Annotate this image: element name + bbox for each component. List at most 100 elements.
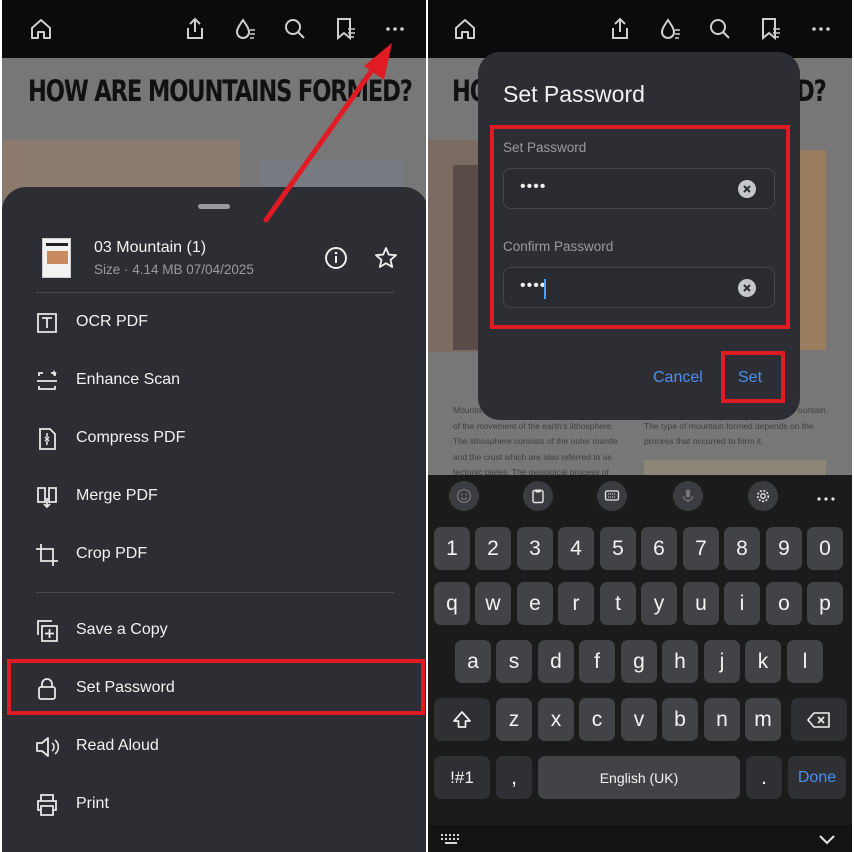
document-title: HOW ARE MOUNTAINS FORMED? — [28, 74, 413, 108]
key-v[interactable]: v — [621, 698, 657, 741]
shift-icon — [453, 710, 471, 728]
key-8[interactable]: 8 — [724, 527, 760, 570]
more-icon[interactable] — [816, 491, 836, 501]
key-1[interactable]: 1 — [434, 527, 470, 570]
key-y[interactable]: y — [641, 582, 677, 625]
emoji-icon[interactable] — [449, 481, 479, 511]
key-q[interactable]: q — [434, 582, 470, 625]
merge-icon — [34, 484, 60, 510]
keyboard-grid-icon[interactable] — [440, 832, 462, 844]
clipboard-icon[interactable] — [523, 481, 553, 511]
key-a[interactable]: a — [455, 640, 491, 683]
left-screen: HOW ARE MOUNTAINS FORMED? 03 Mountain (1… — [2, 0, 426, 852]
search-icon[interactable] — [707, 16, 733, 42]
ink-drop-icon[interactable] — [657, 16, 683, 42]
menu-item-save-a-copy[interactable]: Save a Copy — [2, 607, 426, 655]
key-7[interactable]: 7 — [683, 527, 719, 570]
shift-key[interactable] — [434, 698, 490, 741]
save-copy-icon — [34, 618, 60, 644]
file-thumbnail — [42, 238, 71, 278]
key-c[interactable]: c — [579, 698, 615, 741]
done-key[interactable]: Done — [788, 756, 846, 799]
key-o[interactable]: o — [766, 582, 802, 625]
crop-icon — [34, 542, 60, 568]
key-n[interactable]: n — [704, 698, 740, 741]
key-k[interactable]: k — [745, 640, 781, 683]
menu-item-read-aloud[interactable]: Read Aloud — [2, 723, 426, 771]
keyboard-toolbar — [428, 475, 852, 519]
file-meta: Size · 4.14 MB 07/04/2025 — [94, 262, 254, 277]
key-m[interactable]: m — [745, 698, 781, 741]
search-icon[interactable] — [282, 16, 308, 42]
home-icon[interactable] — [452, 16, 478, 42]
comma-key[interactable]: , — [496, 756, 532, 799]
key-x[interactable]: x — [538, 698, 574, 741]
menu-item-crop-pdf[interactable]: Crop PDF — [2, 531, 426, 579]
bookmark-list-icon[interactable] — [332, 16, 358, 42]
symbols-key[interactable]: !#1 — [434, 756, 490, 799]
key-i[interactable]: i — [724, 582, 760, 625]
keyboard-layout-icon[interactable] — [597, 481, 627, 511]
document-title-fragment: D? — [796, 74, 827, 108]
key-r[interactable]: r — [558, 582, 594, 625]
on-screen-keyboard: 1 2 3 4 5 6 7 8 9 0 q w e r t y u i o p … — [428, 475, 852, 852]
star-icon[interactable] — [372, 244, 400, 272]
key-t[interactable]: t — [600, 582, 636, 625]
key-b[interactable]: b — [662, 698, 698, 741]
info-icon[interactable] — [322, 244, 350, 272]
key-d[interactable]: d — [538, 640, 574, 683]
top-toolbar — [2, 0, 426, 58]
right-screen: HO D? Mounta of the movement of the eart… — [428, 0, 852, 852]
share-icon[interactable] — [607, 16, 633, 42]
key-w[interactable]: w — [475, 582, 511, 625]
menu-item-print[interactable]: Print — [2, 781, 426, 829]
key-p[interactable]: p — [807, 582, 843, 625]
sheet-grabber[interactable] — [198, 204, 230, 209]
menu-item-compress-pdf[interactable]: Compress PDF — [2, 415, 426, 463]
key-u[interactable]: u — [683, 582, 719, 625]
key-9[interactable]: 9 — [766, 527, 802, 570]
more-options-icon[interactable] — [808, 16, 834, 42]
key-2[interactable]: 2 — [475, 527, 511, 570]
key-z[interactable]: z — [496, 698, 532, 741]
key-j[interactable]: j — [704, 640, 740, 683]
separator — [36, 592, 394, 593]
key-s[interactable]: s — [496, 640, 532, 683]
bookmark-list-icon[interactable] — [757, 16, 783, 42]
menu-label: Read Aloud — [76, 737, 159, 754]
compress-icon — [34, 426, 60, 452]
text-line: process that occurred to form it. — [644, 436, 764, 446]
key-3[interactable]: 3 — [517, 527, 553, 570]
home-icon[interactable] — [28, 16, 54, 42]
key-4[interactable]: 4 — [558, 527, 594, 570]
microphone-icon[interactable] — [673, 481, 703, 511]
key-f[interactable]: f — [579, 640, 615, 683]
key-g[interactable]: g — [621, 640, 657, 683]
key-0[interactable]: 0 — [807, 527, 843, 570]
key-l[interactable]: l — [787, 640, 823, 683]
file-name: 03 Mountain (1) — [94, 239, 207, 256]
more-options-icon[interactable] — [382, 16, 408, 42]
document-image — [453, 165, 478, 350]
menu-item-ocr-pdf[interactable]: OCR PDF — [2, 299, 426, 347]
separator — [36, 292, 394, 293]
key-5[interactable]: 5 — [600, 527, 636, 570]
period-key[interactable]: . — [746, 756, 782, 799]
menu-item-merge-pdf[interactable]: Merge PDF — [2, 473, 426, 521]
cancel-button[interactable]: Cancel — [653, 369, 703, 387]
highlight-box — [7, 659, 425, 715]
highlight-box — [721, 351, 785, 403]
key-6[interactable]: 6 — [641, 527, 677, 570]
share-icon[interactable] — [182, 16, 208, 42]
space-key[interactable]: English (UK) — [538, 756, 740, 799]
ink-drop-icon[interactable] — [232, 16, 258, 42]
backspace-key[interactable] — [791, 698, 847, 741]
chevron-down-icon[interactable] — [818, 832, 836, 845]
settings-gear-icon[interactable] — [748, 481, 778, 511]
menu-item-enhance-scan[interactable]: Enhance Scan — [2, 357, 426, 405]
dialog-title: Set Password — [503, 81, 645, 107]
key-e[interactable]: e — [517, 582, 553, 625]
menu-label: OCR PDF — [76, 313, 148, 330]
key-h[interactable]: h — [662, 640, 698, 683]
text-line: The type of mountain formed depends on t… — [644, 420, 814, 431]
